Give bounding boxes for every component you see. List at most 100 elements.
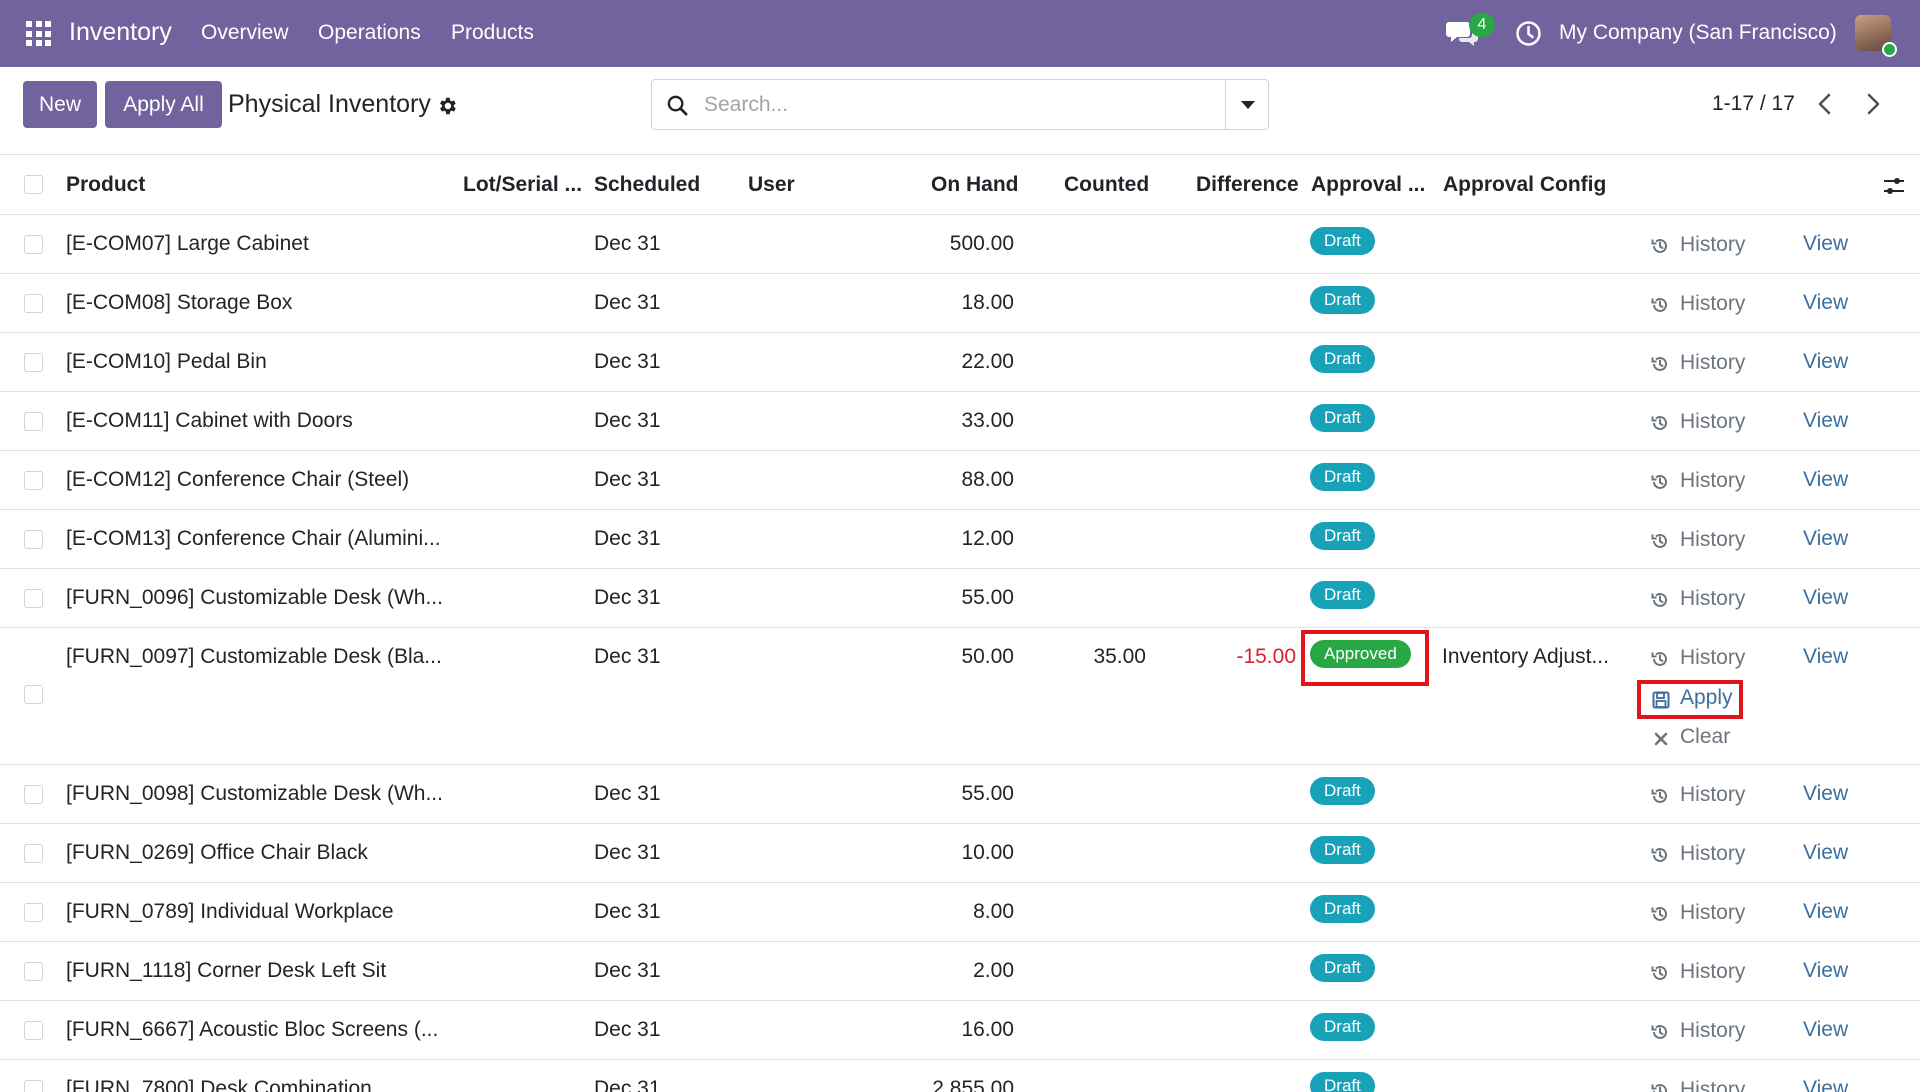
- cell-product[interactable]: [FURN_7800] Desk Combination: [66, 1077, 372, 1092]
- menu-operations[interactable]: Operations: [318, 21, 421, 45]
- view-link[interactable]: View: [1803, 291, 1848, 315]
- table-row[interactable]: [FURN_0097] Customizable Desk (Bla... De…: [0, 628, 1920, 765]
- history-button[interactable]: History: [1680, 960, 1745, 984]
- apply-all-button[interactable]: Apply All: [105, 81, 222, 128]
- row-checkbox[interactable]: [24, 844, 43, 863]
- history-button[interactable]: History: [1680, 783, 1745, 807]
- col-approval-config[interactable]: Approval Config: [1443, 173, 1606, 197]
- select-all-checkbox[interactable]: [24, 175, 43, 194]
- row-checkbox[interactable]: [24, 685, 43, 704]
- cog-icon[interactable]: [436, 95, 458, 117]
- history-button[interactable]: History: [1680, 1019, 1745, 1043]
- history-icon[interactable]: [1650, 354, 1670, 374]
- table-row[interactable]: [FURN_0098] Customizable Desk (Wh... Dec…: [0, 765, 1920, 824]
- view-link[interactable]: View: [1803, 959, 1848, 983]
- history-button[interactable]: History: [1680, 646, 1745, 670]
- table-row[interactable]: [FURN_6667] Acoustic Bloc Screens (... D…: [0, 1001, 1920, 1060]
- view-link[interactable]: View: [1803, 1077, 1848, 1092]
- col-product[interactable]: Product: [66, 173, 145, 197]
- search-input[interactable]: [704, 80, 1204, 129]
- cell-product[interactable]: [FURN_0269] Office Chair Black: [66, 841, 368, 865]
- history-icon[interactable]: [1650, 904, 1670, 924]
- history-icon[interactable]: [1650, 236, 1670, 256]
- history-icon[interactable]: [1650, 845, 1670, 865]
- cell-product[interactable]: [FURN_0789] Individual Workplace: [66, 900, 394, 924]
- cell-product[interactable]: [E-COM12] Conference Chair (Steel): [66, 468, 409, 492]
- history-button[interactable]: History: [1680, 410, 1745, 434]
- row-checkbox[interactable]: [24, 785, 43, 804]
- col-difference[interactable]: Difference: [1196, 173, 1299, 197]
- cell-product[interactable]: [FURN_0098] Customizable Desk (Wh...: [66, 782, 443, 806]
- table-row[interactable]: [FURN_1118] Corner Desk Left Sit Dec 31 …: [0, 942, 1920, 1001]
- view-link[interactable]: View: [1803, 841, 1848, 865]
- history-icon[interactable]: [1650, 1081, 1670, 1092]
- pager-value[interactable]: 1-17 / 17: [1712, 92, 1795, 116]
- col-counted[interactable]: Counted: [1064, 173, 1149, 197]
- table-row[interactable]: [E-COM07] Large Cabinet Dec 31 500.00 Dr…: [0, 215, 1920, 274]
- menu-overview[interactable]: Overview: [201, 21, 289, 45]
- history-button[interactable]: History: [1680, 469, 1745, 493]
- table-row[interactable]: [E-COM11] Cabinet with Doors Dec 31 33.0…: [0, 392, 1920, 451]
- chevron-right-icon[interactable]: [1862, 92, 1884, 116]
- history-button[interactable]: History: [1680, 233, 1745, 257]
- table-row[interactable]: [E-COM13] Conference Chair (Alumini... D…: [0, 510, 1920, 569]
- row-checkbox[interactable]: [24, 1021, 43, 1040]
- row-checkbox[interactable]: [24, 235, 43, 254]
- col-on-hand[interactable]: On Hand: [931, 173, 1019, 197]
- history-icon[interactable]: [1650, 472, 1670, 492]
- cell-product[interactable]: [FURN_0097] Customizable Desk (Bla...: [66, 645, 442, 669]
- table-row[interactable]: [E-COM10] Pedal Bin Dec 31 22.00 Draft H…: [0, 333, 1920, 392]
- view-link[interactable]: View: [1803, 900, 1848, 924]
- app-name[interactable]: Inventory: [69, 18, 172, 47]
- view-link[interactable]: View: [1803, 645, 1848, 669]
- cell-product[interactable]: [E-COM08] Storage Box: [66, 291, 292, 315]
- col-user[interactable]: User: [748, 173, 795, 197]
- view-link[interactable]: View: [1803, 350, 1848, 374]
- history-icon[interactable]: [1650, 590, 1670, 610]
- history-button[interactable]: History: [1680, 351, 1745, 375]
- cell-counted[interactable]: 35.00: [1093, 645, 1146, 669]
- table-row[interactable]: [FURN_0269] Office Chair Black Dec 31 10…: [0, 824, 1920, 883]
- view-link[interactable]: View: [1803, 232, 1848, 256]
- history-button[interactable]: History: [1680, 587, 1745, 611]
- view-link[interactable]: View: [1803, 782, 1848, 806]
- history-button[interactable]: History: [1680, 901, 1745, 925]
- col-lot-serial[interactable]: Lot/Serial ...: [463, 173, 582, 197]
- new-button[interactable]: New: [23, 81, 97, 128]
- cell-product[interactable]: [FURN_6667] Acoustic Bloc Screens (...: [66, 1018, 438, 1042]
- history-icon[interactable]: [1650, 295, 1670, 315]
- history-button[interactable]: History: [1680, 292, 1745, 316]
- cell-product[interactable]: [E-COM11] Cabinet with Doors: [66, 409, 353, 433]
- cell-product[interactable]: [E-COM10] Pedal Bin: [66, 350, 267, 374]
- history-button[interactable]: History: [1680, 842, 1745, 866]
- history-icon[interactable]: [1650, 786, 1670, 806]
- menu-products[interactable]: Products: [451, 21, 534, 45]
- close-icon[interactable]: [1651, 729, 1671, 749]
- table-row[interactable]: [FURN_0096] Customizable Desk (Wh... Dec…: [0, 569, 1920, 628]
- view-link[interactable]: View: [1803, 409, 1848, 433]
- table-row[interactable]: [FURN_0789] Individual Workplace Dec 31 …: [0, 883, 1920, 942]
- row-checkbox[interactable]: [24, 353, 43, 372]
- search-options-toggle[interactable]: [1225, 80, 1268, 129]
- row-checkbox[interactable]: [24, 530, 43, 549]
- cell-product[interactable]: [FURN_0096] Customizable Desk (Wh...: [66, 586, 443, 610]
- history-icon[interactable]: [1650, 963, 1670, 983]
- avatar[interactable]: [1855, 15, 1897, 57]
- apps-menu-icon[interactable]: [26, 21, 51, 46]
- row-checkbox[interactable]: [24, 903, 43, 922]
- view-link[interactable]: View: [1803, 1018, 1848, 1042]
- cell-product[interactable]: [E-COM13] Conference Chair (Alumini...: [66, 527, 441, 551]
- history-icon[interactable]: [1650, 531, 1670, 551]
- history-button[interactable]: History: [1680, 528, 1745, 552]
- history-icon[interactable]: [1650, 1022, 1670, 1042]
- col-approval-status[interactable]: Approval ...: [1311, 173, 1425, 197]
- history-icon[interactable]: [1650, 413, 1670, 433]
- view-link[interactable]: View: [1803, 468, 1848, 492]
- row-checkbox[interactable]: [24, 294, 43, 313]
- company-switcher[interactable]: My Company (San Francisco): [1559, 21, 1837, 45]
- row-checkbox[interactable]: [24, 1080, 43, 1092]
- row-checkbox[interactable]: [24, 962, 43, 981]
- history-icon[interactable]: [1650, 649, 1670, 669]
- cell-product[interactable]: [E-COM07] Large Cabinet: [66, 232, 309, 256]
- table-row[interactable]: [E-COM08] Storage Box Dec 31 18.00 Draft…: [0, 274, 1920, 333]
